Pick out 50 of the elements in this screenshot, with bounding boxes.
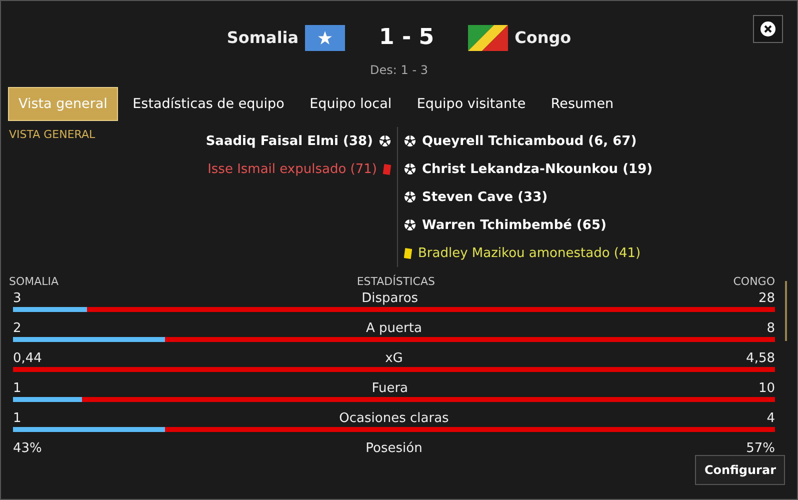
match-event: Warren Tchimbembé (65) bbox=[422, 216, 606, 234]
stat-value: 0,44 bbox=[13, 350, 42, 368]
booking-card-icon bbox=[404, 248, 412, 259]
football-icon bbox=[404, 219, 416, 232]
tiebreak-score: Des: 1 - 3 bbox=[370, 62, 428, 76]
match-event: Isse Ismail expulsado (71) bbox=[208, 160, 377, 178]
stat-label: Ocasiones claras bbox=[339, 410, 449, 428]
scrollbar[interactable] bbox=[785, 281, 787, 341]
stat-label: xG bbox=[385, 350, 403, 368]
match-event: Saadiq Faisal Elmi (38) bbox=[206, 132, 373, 150]
tab[interactable]: Equipo visitante bbox=[406, 86, 537, 121]
stat-label: Disparos bbox=[362, 290, 418, 308]
stat-label: Fuera bbox=[372, 380, 408, 398]
match-event: Queyrell Tchicamboud (6, 67) bbox=[422, 132, 637, 150]
stat-value: 43% bbox=[13, 440, 42, 458]
close-icon bbox=[760, 21, 776, 37]
stat-value: 28 bbox=[758, 290, 775, 308]
stat-value: 2 bbox=[13, 320, 22, 338]
congo-flag-icon bbox=[468, 24, 508, 50]
close-button[interactable] bbox=[753, 15, 783, 43]
tab[interactable]: Equipo local bbox=[298, 86, 403, 121]
section-title: VISTA GENERAL bbox=[9, 128, 96, 142]
football-icon bbox=[404, 191, 416, 204]
stat-value: 4 bbox=[766, 410, 775, 428]
home-team-name: Somalia bbox=[226, 26, 299, 48]
stat-value: 8 bbox=[766, 320, 775, 338]
dismissal-card-icon bbox=[383, 164, 391, 175]
stat-label: A puerta bbox=[366, 320, 422, 338]
tab[interactable]: Resumen bbox=[540, 86, 625, 121]
stats-title: ESTADÍSTICAS bbox=[356, 274, 435, 290]
match-event: Bradley Mazikou amonestado (41) bbox=[418, 244, 641, 262]
match-score: 1 - 5 bbox=[378, 24, 436, 52]
away-team-name: Congo bbox=[514, 26, 572, 48]
stat-value: 3 bbox=[13, 290, 22, 308]
stat-value: 1 bbox=[13, 380, 22, 398]
match-event: Steven Cave (33) bbox=[422, 188, 548, 206]
stat-label: Posesión bbox=[366, 440, 422, 458]
football-icon bbox=[404, 163, 416, 176]
tab[interactable]: Estadísticas de equipo bbox=[122, 86, 296, 121]
somalia-flag-icon bbox=[305, 24, 346, 50]
stat-value: 10 bbox=[758, 380, 775, 398]
football-icon bbox=[404, 135, 416, 148]
home-team-label: SOMALIA bbox=[9, 274, 59, 290]
match-event: Christ Lekandza-Nkounkou (19) bbox=[422, 160, 653, 178]
configure-button[interactable]: Configurar bbox=[695, 455, 785, 485]
stat-value: 1 bbox=[13, 410, 22, 428]
stat-value: 57% bbox=[746, 440, 775, 458]
stat-value: 4,58 bbox=[746, 350, 775, 368]
away-team-label: CONGO bbox=[733, 274, 775, 290]
football-icon bbox=[379, 135, 391, 148]
